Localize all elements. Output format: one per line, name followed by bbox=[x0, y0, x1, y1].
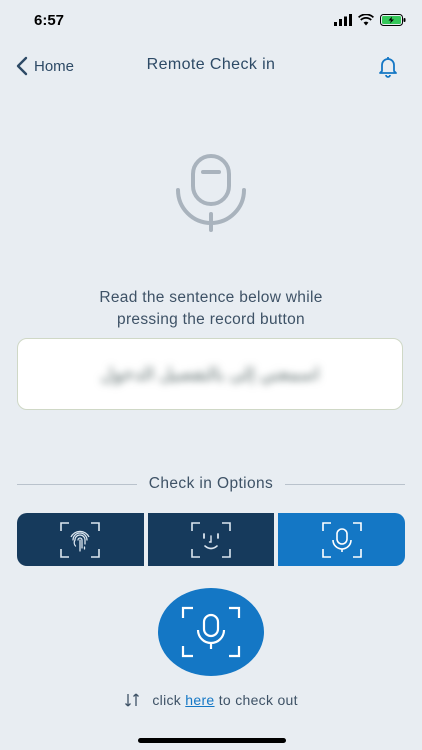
battery-charging-icon bbox=[380, 14, 406, 26]
checkout-link[interactable]: here bbox=[185, 692, 214, 708]
notification-button[interactable] bbox=[376, 54, 400, 83]
sentence-text: اسمعني إلى بالتفصيل الدخول bbox=[100, 363, 320, 384]
face-scan-icon bbox=[191, 521, 231, 558]
checkout-prefix: click bbox=[152, 692, 182, 708]
signal-icon bbox=[334, 14, 352, 26]
nav-bar: Home Remote Check in bbox=[0, 44, 422, 88]
page-title: Remote Check in bbox=[146, 56, 276, 73]
microphone-record-icon bbox=[181, 606, 241, 658]
checkout-prompt: click here to check out bbox=[0, 692, 422, 708]
voice-option[interactable] bbox=[278, 513, 406, 566]
check-in-options bbox=[17, 513, 406, 566]
divider-line-right bbox=[285, 483, 405, 485]
status-bar: 6:57 bbox=[0, 0, 422, 44]
checkout-suffix: to check out bbox=[218, 692, 298, 708]
instruction-line-1: Read the sentence below while bbox=[99, 289, 323, 306]
wifi-icon bbox=[358, 14, 374, 26]
check-in-options-heading: Check in Options bbox=[148, 475, 274, 492]
home-indicator bbox=[138, 738, 286, 743]
voice-scan-icon bbox=[321, 521, 362, 558]
divider-line-left bbox=[17, 483, 137, 485]
status-time: 6:57 bbox=[34, 12, 65, 29]
sentence-card: اسمعني إلى بالتفصيل الدخول bbox=[17, 338, 403, 410]
bell-icon bbox=[379, 57, 397, 78]
face-option[interactable] bbox=[147, 513, 275, 566]
instruction-text: Read the sentence below while pressing t… bbox=[0, 287, 422, 331]
fingerprint-option[interactable] bbox=[17, 513, 144, 566]
swap-arrows-icon bbox=[125, 693, 140, 707]
record-button[interactable] bbox=[158, 588, 264, 676]
status-icons bbox=[334, 14, 406, 26]
fingerprint-scan-icon bbox=[60, 521, 101, 558]
microphone-icon bbox=[176, 154, 246, 232]
check-in-options-divider: Check in Options bbox=[17, 475, 405, 493]
instruction-line-2: pressing the record button bbox=[117, 311, 305, 328]
